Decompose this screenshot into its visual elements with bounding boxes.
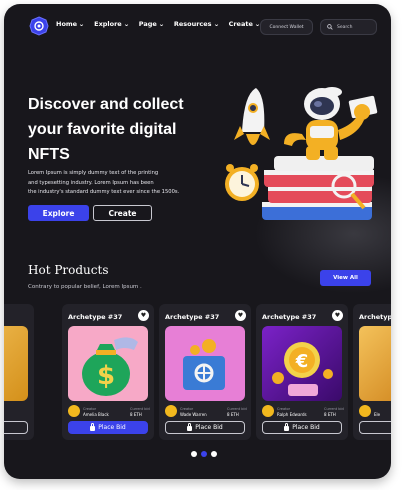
nav-page-label: Page — [138, 20, 157, 28]
nav-page[interactable]: Page ⌄ — [138, 20, 165, 28]
chevron-down-icon: ⌄ — [158, 20, 165, 28]
product-card[interactable] — [4, 304, 34, 440]
place-bid-label: Place Bid — [98, 424, 126, 431]
app-frame: Home ⌄ Explore ⌄ Page ⌄ Resources ⌄ Create ⌄ … — [4, 4, 391, 479]
hero-title-line: your favorite digital — [28, 121, 177, 138]
carousel-pagination — [191, 451, 217, 457]
nav-resources-label: Resources — [173, 20, 212, 28]
safe-box-icon — [183, 339, 225, 390]
place-bid-button[interactable]: Place Bid — [165, 421, 245, 434]
euro-coin-icon: € — [272, 342, 333, 396]
current-bid-label: Current bid — [227, 407, 247, 411]
product-card[interactable]: Archetype Ele — [353, 304, 391, 440]
lock-icon — [187, 423, 193, 431]
chevron-down-icon: ⌄ — [213, 20, 220, 28]
nft-image: $ — [68, 326, 148, 401]
hero-description-line: and typesetting industry. Lorem Ipsum ha… — [28, 179, 154, 186]
logo-icon[interactable] — [29, 16, 49, 36]
astronaut-illustration — [225, 87, 378, 220]
current-bid-label: Current bid — [324, 407, 344, 411]
nft-image — [359, 326, 391, 401]
avatar — [68, 405, 80, 417]
explore-button[interactable]: Explore — [28, 205, 89, 221]
card-title: Archetype #37 — [165, 313, 220, 321]
main-nav: Home ⌄ Explore ⌄ Page ⌄ Resources ⌄ Create ⌄ — [56, 20, 260, 28]
card-title: Archetype — [359, 313, 391, 321]
nav-home[interactable]: Home ⌄ — [56, 20, 85, 28]
avatar — [359, 405, 371, 417]
creator-name: Amelia Black — [83, 412, 109, 417]
card-title: Archetype #37 — [68, 313, 123, 321]
current-bid-value: 8 ETH — [324, 412, 336, 417]
hero-description: Lorem Ipsum is simply dummy text of the … — [28, 169, 218, 198]
product-card[interactable]: Archetype #37 ♥ $ Creator Amelia Black C… — [62, 304, 154, 440]
place-bid-label: Place Bid — [292, 424, 320, 431]
product-card[interactable]: Archetype #37 ♥ Creator Wade Warren Curr… — [159, 304, 251, 440]
section-subtitle: Contrary to popular belief, Lorem Ipsum … — [28, 284, 142, 290]
hero-description-line: Lorem Ipsum is simply dummy text of the … — [28, 170, 159, 176]
heart-icon[interactable]: ♥ — [332, 310, 343, 321]
hero-title-line: Discover and collect — [28, 96, 184, 113]
hero-title-line: NFTS — [28, 146, 70, 163]
heart-icon[interactable]: ♥ — [235, 310, 246, 321]
svg-text:€: € — [295, 351, 309, 372]
search-placeholder: Search — [337, 24, 353, 30]
product-carousel: Archetype #37 ♥ $ Creator Amelia Black C… — [4, 304, 391, 444]
nft-image — [4, 326, 28, 401]
hero-description-line: the industry's standard dummy text ever … — [28, 189, 180, 195]
svg-text:$: $ — [97, 361, 115, 391]
carousel-dot[interactable] — [191, 451, 197, 457]
heart-icon[interactable]: ♥ — [138, 310, 149, 321]
chevron-down-icon: ⌄ — [78, 20, 85, 28]
nav-explore[interactable]: Explore ⌄ — [94, 20, 129, 28]
creator-label: Creator — [277, 407, 291, 411]
nav-explore-label: Explore — [94, 20, 122, 28]
creator-name: Ele — [374, 412, 381, 417]
carousel-dot[interactable] — [211, 451, 217, 457]
creator-name: Ralph Edwards — [277, 412, 307, 417]
hero-title: Discover and collect your favorite digit… — [28, 92, 228, 167]
nav-create[interactable]: Create ⌄ — [228, 20, 261, 28]
nft-image — [165, 326, 245, 401]
place-bid-button[interactable]: Place Bid — [68, 421, 148, 434]
nav-home-label: Home — [56, 20, 78, 28]
nav-resources[interactable]: Resources ⌄ — [174, 20, 219, 28]
lock-icon — [284, 423, 290, 431]
section-title: Hot Products — [28, 263, 109, 277]
avatar — [165, 405, 177, 417]
chevron-down-icon: ⌄ — [123, 20, 130, 28]
nft-image: € — [262, 326, 342, 401]
product-card[interactable]: Archetype #37 ♥ € Creator Ralph Edwards … — [256, 304, 348, 440]
place-bid-button[interactable] — [4, 421, 28, 434]
lock-icon — [90, 423, 96, 431]
avatar — [262, 405, 274, 417]
nav-create-label: Create — [228, 20, 253, 28]
place-bid-button[interactable] — [359, 421, 391, 434]
search-icon — [327, 24, 333, 30]
place-bid-button[interactable]: Place Bid — [262, 421, 342, 434]
search-input[interactable]: Search — [320, 19, 377, 35]
current-bid-label: Current bid — [130, 407, 150, 411]
connect-wallet-button[interactable]: Connect Wallet — [260, 19, 313, 35]
card-title: Archetype #37 — [262, 313, 317, 321]
current-bid-value: 8 ETH — [227, 412, 239, 417]
creator-label: Creator — [83, 407, 97, 411]
creator-name: Wade Warren — [180, 412, 207, 417]
view-all-button[interactable]: View All — [320, 270, 371, 286]
carousel-dot-active[interactable] — [201, 451, 207, 457]
place-bid-label: Place Bid — [195, 424, 223, 431]
create-button[interactable]: Create — [93, 205, 152, 221]
current-bid-value: 8 ETH — [130, 412, 142, 417]
creator-label: Creator — [180, 407, 194, 411]
money-bag-icon: $ — [82, 337, 138, 396]
